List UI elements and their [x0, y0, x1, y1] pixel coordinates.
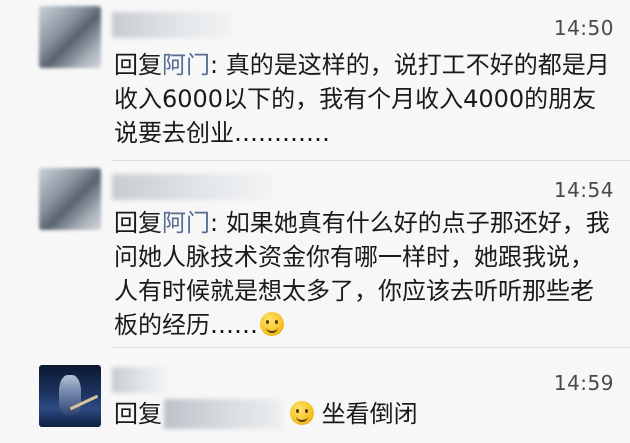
comment-text: 回复 坐看倒闭 — [114, 397, 614, 431]
timestamp: 14:50 — [553, 16, 614, 40]
comment-text: 回复阿门: 如果她真有什么好的点子那还好，我问她人脉技术资金你有哪一样时，她跟我… — [114, 206, 614, 342]
avatar[interactable] — [39, 6, 101, 68]
reply-prefix: 回复 — [114, 209, 162, 237]
comment-item[interactable]: 14:50 回复阿门: 真的是这样的，说打工不好的都是月收入6000以下的，我有… — [0, 0, 630, 160]
nickname-blurred[interactable] — [112, 174, 272, 200]
divider — [112, 347, 630, 348]
nickname-blurred[interactable] — [112, 367, 167, 393]
reply-target-name[interactable]: 阿门 — [162, 209, 210, 237]
reply-prefix: 回复 — [114, 400, 162, 428]
timestamp: 14:59 — [553, 371, 614, 395]
comment-item[interactable]: 14:59 回复 坐看倒闭 — [0, 347, 630, 443]
smile-emoji-icon — [260, 312, 284, 336]
divider — [112, 160, 630, 161]
avatar[interactable] — [39, 365, 101, 427]
smile-emoji-icon — [290, 401, 314, 425]
comment-text: 回复阿门: 真的是这样的，说打工不好的都是月收入6000以下的，我有个月收入40… — [114, 48, 614, 150]
comment-item[interactable]: 14:54 回复阿门: 如果她真有什么好的点子那还好，我问她人脉技术资金你有哪一… — [0, 160, 630, 347]
reply-target-name-blurred[interactable] — [164, 399, 282, 429]
reply-target-name[interactable]: 阿门 — [162, 51, 210, 79]
reply-prefix: 回复 — [114, 51, 162, 79]
avatar[interactable] — [39, 168, 101, 230]
comment-body: 坐看倒闭 — [321, 400, 418, 428]
nickname-blurred[interactable] — [112, 12, 232, 38]
timestamp: 14:54 — [553, 178, 614, 202]
comment-feed: 14:50 回复阿门: 真的是这样的，说打工不好的都是月收入6000以下的，我有… — [0, 0, 630, 443]
